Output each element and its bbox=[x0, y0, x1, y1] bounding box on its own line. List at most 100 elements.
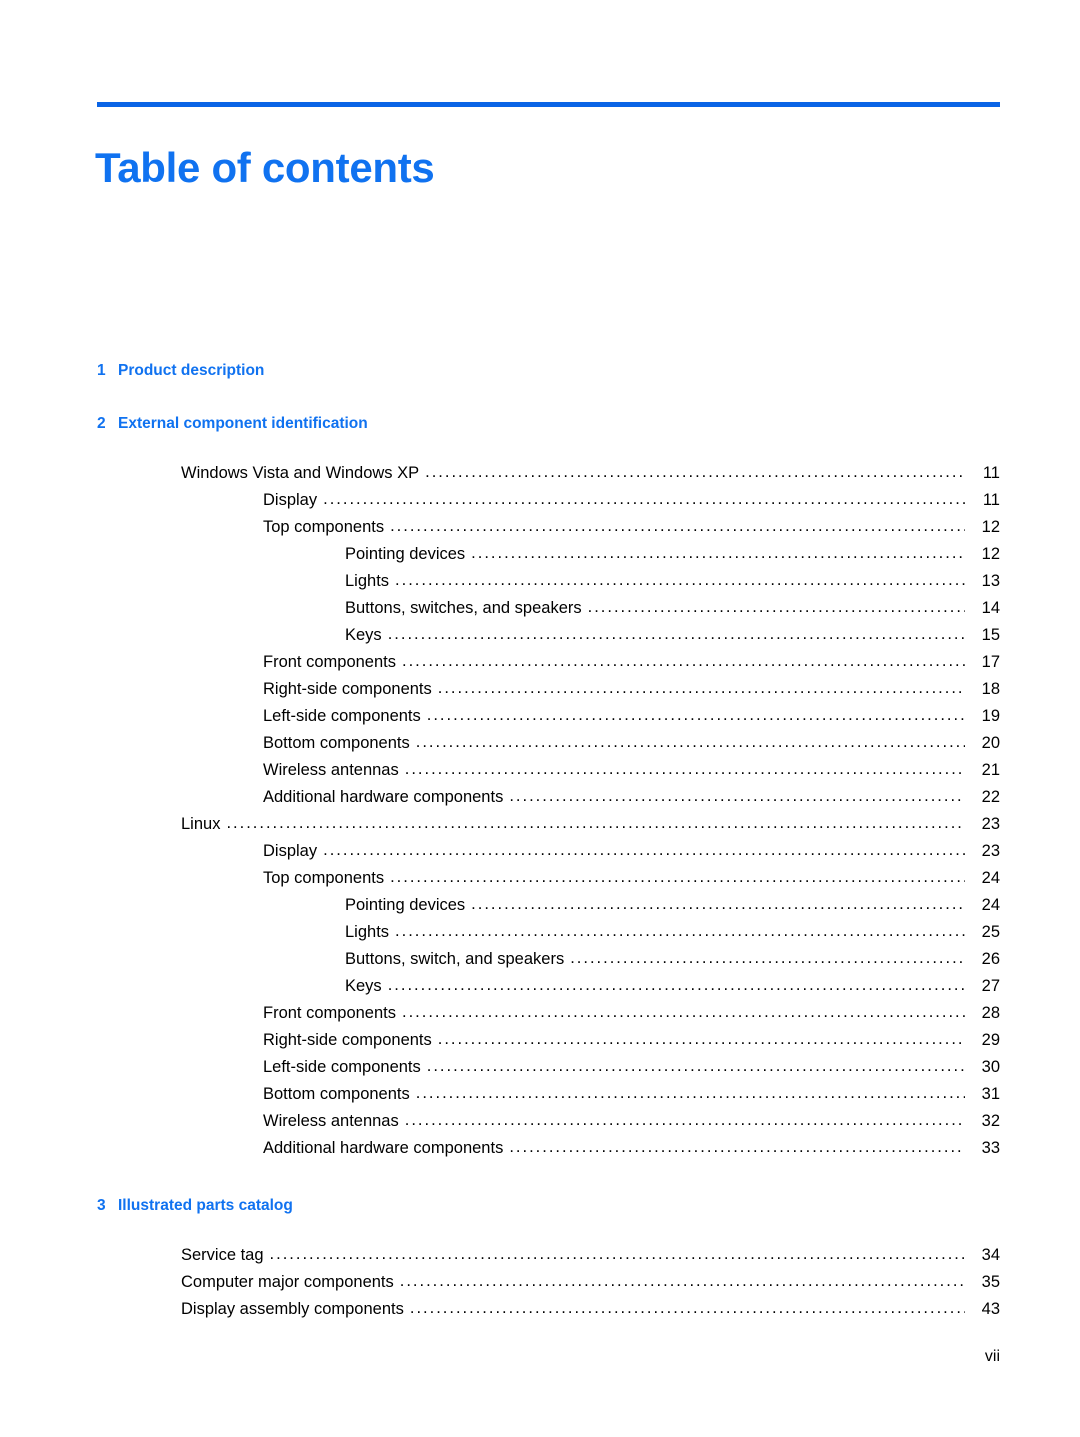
toc-entry[interactable]: Keys....................................… bbox=[0, 973, 1080, 1000]
toc-entry-label: Pointing devices bbox=[345, 545, 466, 563]
toc-chapter-heading[interactable]: 3 Illustrated parts catalog bbox=[0, 1197, 1080, 1215]
toc-entry-label: Buttons, switches, and speakers bbox=[345, 599, 582, 617]
toc-entry-page-number: 23 bbox=[981, 842, 1000, 860]
toc-entry-page-number: 34 bbox=[981, 1246, 1000, 1264]
toc-entry-page-number: 32 bbox=[981, 1112, 1000, 1130]
toc-entry[interactable]: Top components..........................… bbox=[0, 514, 1080, 541]
toc-leader-dots: ........................................… bbox=[415, 733, 965, 751]
toc-entry-page-number: 29 bbox=[981, 1031, 1000, 1049]
toc-entry[interactable]: Display.................................… bbox=[0, 838, 1080, 865]
toc-entry-page-number: 19 bbox=[981, 707, 1000, 725]
toc-entry-label: Display assembly components bbox=[181, 1300, 404, 1318]
toc-entry-page-number: 20 bbox=[981, 734, 1000, 752]
toc-entry[interactable]: Keys....................................… bbox=[0, 622, 1080, 649]
footer-page-number: vii bbox=[984, 1348, 1000, 1365]
toc-leader-dots: ........................................… bbox=[471, 895, 965, 913]
toc-entry-label: Lights bbox=[345, 923, 390, 941]
title-rule bbox=[97, 102, 1000, 107]
toc-entry-page-number: 24 bbox=[981, 869, 1000, 887]
toc-leader-dots: ........................................… bbox=[509, 787, 965, 805]
toc-chapter: 1 Product description bbox=[0, 362, 1080, 415]
toc-entry-page-number: 26 bbox=[981, 950, 1000, 968]
toc-leader-dots: ........................................… bbox=[404, 1111, 965, 1129]
toc-entry[interactable]: Lights..................................… bbox=[0, 919, 1080, 946]
toc-entry-page-number: 24 bbox=[981, 896, 1000, 914]
document-page: Table of contents 1 Product description 2 E… bbox=[0, 0, 1080, 1437]
toc-leader-dots: ........................................… bbox=[390, 868, 965, 886]
toc-entry-label: Keys bbox=[345, 977, 382, 995]
toc-entry[interactable]: Additional hardware components..........… bbox=[0, 1135, 1080, 1162]
toc-entry[interactable]: Front components........................… bbox=[0, 1000, 1080, 1027]
toc-leader-dots: ........................................… bbox=[425, 463, 965, 481]
toc-entry-label: Bottom components bbox=[263, 1085, 410, 1103]
toc-entry-page-number: 35 bbox=[981, 1273, 1000, 1291]
toc-entry-label: Keys bbox=[345, 626, 382, 644]
toc-entry[interactable]: Wireless antennas.......................… bbox=[0, 757, 1080, 784]
toc-leader-dots: ........................................… bbox=[401, 1003, 965, 1021]
toc-leader-dots: ........................................… bbox=[395, 922, 965, 940]
toc-entry[interactable]: Pointing devices........................… bbox=[0, 892, 1080, 919]
toc-entry[interactable]: Front components........................… bbox=[0, 649, 1080, 676]
toc-entry-page-number: 43 bbox=[981, 1300, 1000, 1318]
toc-entry[interactable]: Bottom components.......................… bbox=[0, 1081, 1080, 1108]
toc-entry-page-number: 28 bbox=[981, 1004, 1000, 1022]
toc-entry-label: Wireless antennas bbox=[263, 761, 399, 779]
toc-leader-dots: ........................................… bbox=[395, 571, 965, 589]
toc-entry[interactable]: Linux...................................… bbox=[0, 811, 1080, 838]
toc-leader-dots: ........................................… bbox=[323, 490, 965, 508]
toc-entry-page-number: 11 bbox=[982, 491, 1000, 509]
toc-entry-list: Service tag.............................… bbox=[0, 1215, 1080, 1323]
toc-leader-dots: ........................................… bbox=[426, 706, 965, 724]
table-of-contents: 1 Product description 2 External component … bbox=[0, 362, 1080, 1323]
toc-leader-dots: ........................................… bbox=[409, 1299, 965, 1317]
toc-entry-label: Additional hardware components bbox=[263, 1139, 504, 1157]
toc-entry-page-number: 17 bbox=[981, 653, 1000, 671]
toc-entry[interactable]: Additional hardware components..........… bbox=[0, 784, 1080, 811]
toc-entry-label: Service tag bbox=[181, 1246, 264, 1264]
toc-entry-label: Display bbox=[263, 491, 318, 509]
toc-entry-page-number: 31 bbox=[981, 1085, 1000, 1103]
toc-entry-label: Windows Vista and Windows XP bbox=[181, 464, 420, 482]
toc-entry-label: Lights bbox=[345, 572, 390, 590]
toc-entry[interactable]: Display.................................… bbox=[0, 487, 1080, 514]
toc-entry-page-number: 12 bbox=[981, 518, 1000, 536]
toc-entry[interactable]: Right-side components...................… bbox=[0, 676, 1080, 703]
toc-entry[interactable]: Buttons, switch, and speakers...........… bbox=[0, 946, 1080, 973]
toc-leader-dots: ........................................… bbox=[390, 517, 965, 535]
toc-leader-dots: ........................................… bbox=[587, 598, 965, 616]
toc-entry-label: Bottom components bbox=[263, 734, 410, 752]
toc-entry[interactable]: Left-side components....................… bbox=[0, 703, 1080, 730]
toc-entry-page-number: 22 bbox=[981, 788, 1000, 806]
toc-entry[interactable]: Buttons, switches, and speakers.........… bbox=[0, 595, 1080, 622]
toc-entry-label: Linux bbox=[181, 815, 221, 833]
toc-entry-page-number: 14 bbox=[981, 599, 1000, 617]
toc-entry-label: Right-side components bbox=[263, 1031, 432, 1049]
toc-entry[interactable]: Lights..................................… bbox=[0, 568, 1080, 595]
toc-entry[interactable]: Display assembly components.............… bbox=[0, 1296, 1080, 1323]
toc-chapter-heading[interactable]: 1 Product description bbox=[0, 362, 1080, 380]
toc-leader-dots: ........................................… bbox=[415, 1084, 965, 1102]
toc-chapter-number: 3 bbox=[97, 1197, 106, 1214]
toc-entry-label: Top components bbox=[263, 518, 385, 536]
toc-entry[interactable]: Left-side components....................… bbox=[0, 1054, 1080, 1081]
toc-entry[interactable]: Windows Vista and Windows XP............… bbox=[0, 460, 1080, 487]
toc-leader-dots: ........................................… bbox=[387, 976, 965, 994]
toc-entry[interactable]: Bottom components.......................… bbox=[0, 730, 1080, 757]
toc-entry[interactable]: Right-side components...................… bbox=[0, 1027, 1080, 1054]
toc-entry-page-number: 11 bbox=[982, 464, 1000, 482]
toc-chapter-heading[interactable]: 2 External component identification bbox=[0, 415, 1080, 433]
toc-leader-dots: ........................................… bbox=[570, 949, 965, 967]
toc-entry[interactable]: Top components..........................… bbox=[0, 865, 1080, 892]
toc-leader-dots: ........................................… bbox=[323, 841, 965, 859]
toc-entry[interactable]: Wireless antennas.......................… bbox=[0, 1108, 1080, 1135]
toc-entry[interactable]: Service tag.............................… bbox=[0, 1242, 1080, 1269]
toc-entry-label: Right-side components bbox=[263, 680, 432, 698]
toc-entry[interactable]: Pointing devices........................… bbox=[0, 541, 1080, 568]
toc-leader-dots: ........................................… bbox=[401, 652, 965, 670]
toc-entry-page-number: 30 bbox=[981, 1058, 1000, 1076]
toc-entry[interactable]: Computer major components...............… bbox=[0, 1269, 1080, 1296]
toc-chapter-label: External component identification bbox=[118, 415, 368, 432]
